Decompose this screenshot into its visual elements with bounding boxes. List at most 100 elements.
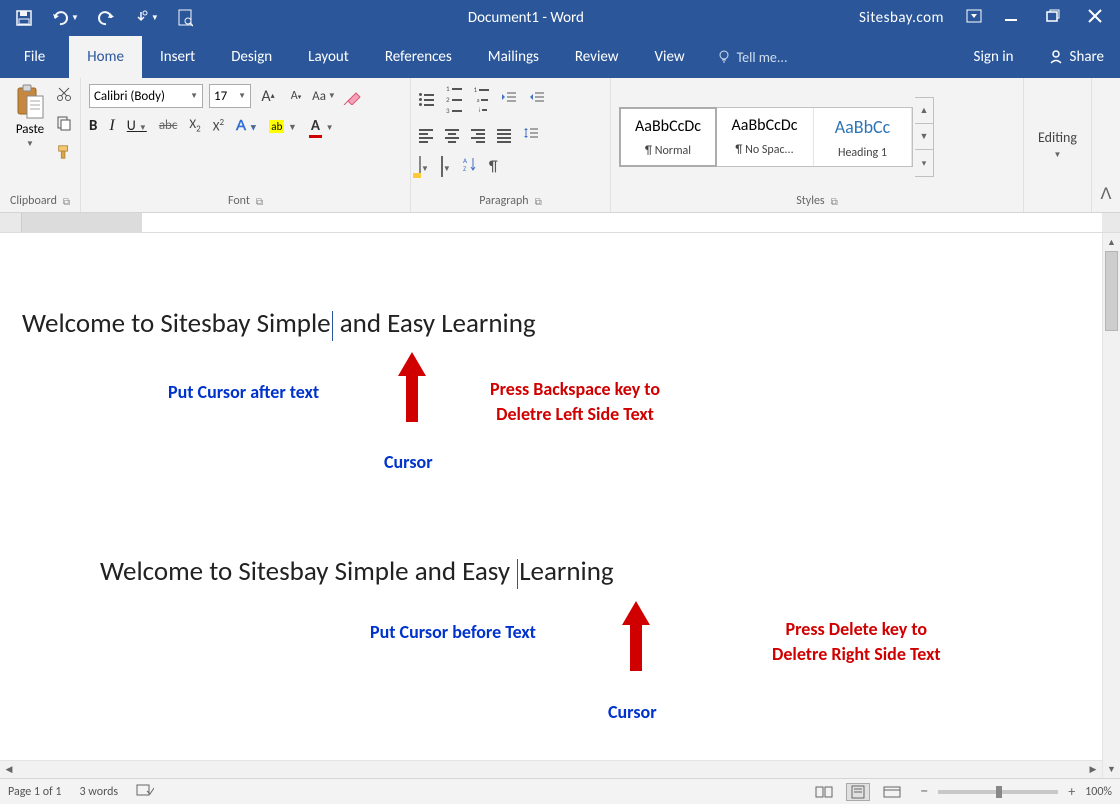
read-mode-icon [815,786,833,798]
change-case-button[interactable]: Aa▼ [313,85,335,107]
tab-design[interactable]: Design [213,36,290,78]
zoom-in-button[interactable]: + [1068,783,1075,800]
underline-button[interactable]: U ▼ [127,117,147,134]
tab-home[interactable]: Home [69,36,142,78]
multilevel-list-button[interactable]: 1ai [474,85,490,114]
zoom-slider-thumb[interactable] [996,786,1002,798]
spell-check-icon[interactable] [136,783,154,801]
dropdown-caret-icon[interactable]: ▼ [26,139,34,149]
numbering-button[interactable]: 123 [446,84,462,115]
vertical-scrollbar[interactable]: ▲ ▼ [1102,233,1120,778]
align-right-button[interactable] [471,129,485,143]
horizontal-ruler[interactable] [0,213,1120,233]
gallery-more-button[interactable]: ▾ [915,150,933,176]
paste-button[interactable]: Paste ▼ [8,84,52,190]
tab-file[interactable]: File [0,36,69,78]
page-indicator[interactable]: Page 1 of 1 [8,785,62,799]
gallery-up-button[interactable]: ▲ [915,98,933,124]
document-text-line-2[interactable]: Welcome to Sitesbay Simple and Easy Lear… [100,555,614,589]
close-button[interactable] [1088,9,1102,28]
scroll-track[interactable] [1103,251,1120,760]
document-page[interactable]: Welcome to Sitesbay Simple and Easy Lear… [0,233,1102,760]
align-left-button[interactable] [419,129,433,143]
quick-print-button[interactable]: ▼ [133,10,159,26]
print-preview-button[interactable] [177,9,193,27]
bullets-button[interactable] [419,93,434,106]
word-count[interactable]: 3 words [80,785,119,799]
text-effects-button[interactable]: A ▼ [236,117,257,134]
collapse-ribbon-button[interactable]: ᐱ [1092,78,1120,212]
font-name-combo[interactable]: Calibri (Body)▼ [89,84,203,108]
ribbon-tabs: File Home Insert Design Layout Reference… [0,36,1120,78]
save-icon[interactable] [15,9,33,27]
tell-me-search[interactable]: Tell me... [703,36,802,78]
line-spacing-button[interactable] [523,125,539,146]
dropdown-caret-icon[interactable]: ▼ [151,13,159,23]
dialog-launcher-icon[interactable]: ⧉ [256,195,263,208]
site-label: Sitesbay.com [859,9,944,27]
share-button[interactable]: Share [1032,36,1120,78]
zoom-level[interactable]: 100% [1085,785,1112,799]
scroll-down-button[interactable]: ▼ [1103,760,1120,778]
font-size-combo[interactable]: 17▼ [209,84,251,108]
dialog-launcher-icon[interactable]: ⧉ [535,195,542,208]
clear-formatting-button[interactable] [341,85,363,107]
scroll-up-button[interactable]: ▲ [1103,233,1120,251]
tab-layout[interactable]: Layout [290,36,367,78]
gallery-down-button[interactable]: ▼ [915,124,933,150]
redo-button[interactable] [97,10,115,26]
restore-button[interactable] [1046,9,1060,28]
dialog-launcher-icon[interactable]: ⧉ [831,195,838,208]
tab-references[interactable]: References [367,36,470,78]
document-text-line-1[interactable]: Welcome to Sitesbay Simple and Easy Lear… [22,307,536,341]
superscript-button[interactable]: X2 [213,117,224,134]
status-bar: Page 1 of 1 3 words − + 100% [0,778,1120,804]
format-painter-button[interactable] [56,144,72,165]
align-center-button[interactable] [445,129,459,143]
shrink-font-button[interactable]: A▾ [285,85,307,107]
ribbon-display-options-icon[interactable] [966,9,982,28]
dialog-launcher-icon[interactable]: ⧉ [63,195,70,208]
copy-button[interactable] [56,115,72,136]
decrease-indent-button[interactable] [501,90,517,109]
style-no-spacing[interactable]: AaBbCcDc ¶ No Spac... [716,108,814,166]
increase-indent-button[interactable] [529,90,545,109]
show-marks-button[interactable]: ¶ [489,158,498,176]
highlight-button[interactable]: ab ▼ [269,116,297,135]
sign-in-button[interactable]: Sign in [956,36,1032,78]
dropdown-caret-icon[interactable]: ▼ [71,13,79,23]
grow-font-button[interactable]: A▴ [257,85,279,107]
style-heading-1[interactable]: AaBbCc Heading 1 [814,108,912,166]
sort-button[interactable]: AZ [463,156,477,177]
tab-view[interactable]: View [637,36,703,78]
print-layout-button[interactable] [846,783,870,801]
read-mode-button[interactable] [812,783,836,801]
tab-review[interactable]: Review [557,36,637,78]
font-color-button[interactable]: A ▼ [309,116,334,135]
justify-button[interactable] [497,129,511,143]
horizontal-scrollbar[interactable]: ◀ ▶ [0,760,1102,778]
minimize-button[interactable] [1004,9,1018,28]
italic-button[interactable]: I [109,117,114,135]
web-layout-button[interactable] [880,783,904,801]
bold-button[interactable]: B [89,117,97,135]
strikethrough-button[interactable]: abc [159,118,178,133]
undo-button[interactable]: ▼ [51,10,79,26]
scroll-track[interactable] [18,761,1084,778]
editing-button[interactable]: Editing ▼ [1032,84,1083,204]
numbering-icon: 123 [446,84,462,115]
zoom-slider[interactable] [938,790,1058,794]
zoom-out-button[interactable]: − [920,782,928,801]
cut-button[interactable] [56,86,72,107]
borders-button[interactable]: ▼ [441,157,451,176]
subscript-button[interactable]: X2 [189,117,200,135]
shading-button[interactable]: ▼ [419,157,429,176]
style-normal[interactable]: AaBbCcDc ¶ Normal [619,107,717,167]
scroll-left-button[interactable]: ◀ [0,761,18,778]
tab-insert[interactable]: Insert [142,36,213,78]
scroll-thumb[interactable] [1105,251,1118,331]
tab-mailings[interactable]: Mailings [470,36,557,78]
line-spacing-icon [523,125,539,141]
clipboard-icon [14,84,46,120]
scroll-right-button[interactable]: ▶ [1084,761,1102,778]
